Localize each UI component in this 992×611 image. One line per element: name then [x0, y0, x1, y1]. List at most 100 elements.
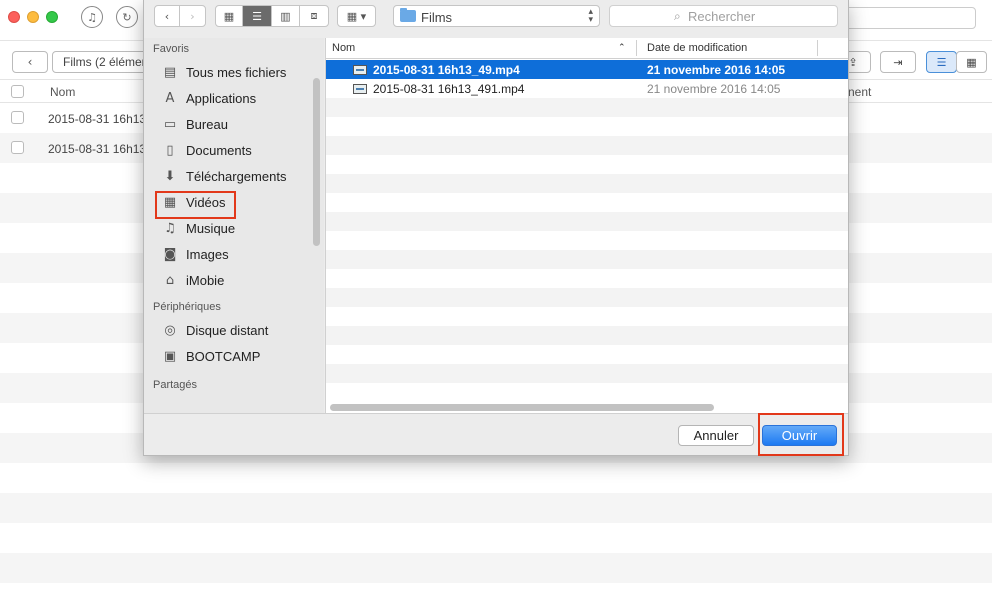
path-popup[interactable]: Films ▴ ▾: [393, 5, 600, 27]
search-icon: ⌕: [674, 9, 681, 23]
search-input[interactable]: [688, 8, 828, 24]
arrange-icon: ▦ ▾: [346, 9, 367, 23]
column-date-modified[interactable]: Date de modification: [647, 42, 747, 54]
table-row: [0, 523, 992, 553]
row-checkbox[interactable]: [11, 141, 24, 154]
videos-highlight-box: [155, 191, 236, 219]
cancel-button[interactable]: Annuler: [678, 425, 754, 446]
drive-icon: ▣: [163, 349, 177, 364]
chevron-left-icon: ‹: [27, 55, 33, 69]
dialog-toolbar: ‹ › ▦ ☰ ▥ ⧈ ▦ ▾ Films ▴ ▾ ⌕: [144, 0, 848, 33]
pictures-icon: ◙: [163, 247, 177, 262]
icon-view-button[interactable]: ▦: [216, 6, 243, 26]
sidebar-section-shared: Partagés: [153, 379, 198, 391]
sidebar-item-label: iMobie: [186, 273, 225, 288]
select-all-checkbox[interactable]: [11, 85, 24, 98]
view-mode-buttons: ▦ ☰ ▥ ⧈: [215, 5, 329, 27]
grid-view-button[interactable]: ▦: [956, 51, 987, 73]
sidebar-item-downloads[interactable]: ⬇ Téléchargements: [144, 164, 324, 190]
empty-row: [326, 383, 848, 402]
home-icon: ⌂: [165, 273, 175, 288]
chevron-right-icon: ›: [190, 9, 195, 23]
coverflow-view-button[interactable]: ⧈: [300, 6, 328, 26]
close-window-button[interactable]: [8, 11, 20, 23]
empty-row: [326, 269, 848, 288]
sidebar-scrollbar[interactable]: [313, 78, 320, 246]
empty-row: [326, 193, 848, 212]
horizontal-scrollbar[interactable]: [330, 404, 714, 411]
sidebar-item-bootcamp[interactable]: ▣ BOOTCAMP: [144, 344, 324, 370]
empty-row: [326, 117, 848, 136]
import-button[interactable]: ⇥: [880, 51, 916, 73]
file-date: 21 novembre 2016 14:05: [647, 82, 781, 96]
movie-file-icon: [353, 65, 367, 75]
sidebar: Favoris ▤ Tous mes fichiers A Applicatio…: [144, 38, 324, 413]
open-highlight-box: [758, 413, 844, 456]
sidebar-item-home[interactable]: ⌂ iMobie: [144, 268, 324, 294]
itunes-icon[interactable]: ♫: [81, 6, 103, 28]
sidebar-item-remote-disc[interactable]: ◎ Disque distant: [144, 318, 324, 344]
empty-row: [326, 174, 848, 193]
column-divider[interactable]: [636, 40, 637, 56]
history-buttons: ‹ ›: [154, 5, 206, 27]
column-divider[interactable]: [817, 40, 818, 56]
column-name[interactable]: Nom: [332, 42, 355, 54]
sidebar-item-pictures[interactable]: ◙ Images: [144, 242, 324, 268]
empty-row: [326, 307, 848, 326]
empty-row: [326, 212, 848, 231]
file-row[interactable]: 2015-08-31 16h13_491.mp4 21 novembre 201…: [326, 79, 848, 98]
empty-row: [326, 288, 848, 307]
coverflow-icon: ⧈: [310, 9, 318, 22]
back-button[interactable]: ‹: [12, 51, 48, 73]
empty-row: [326, 250, 848, 269]
back-button[interactable]: ‹: [155, 6, 180, 26]
import-icon: ⇥: [893, 55, 903, 69]
table-row: [0, 493, 992, 523]
sidebar-item-desktop[interactable]: ▭ Bureau: [144, 112, 324, 138]
list-view-button[interactable]: ☰: [926, 51, 957, 73]
movie-file-icon: [353, 84, 367, 94]
sidebar-item-music[interactable]: ♫ Musique: [144, 216, 324, 242]
minimize-window-button[interactable]: [27, 11, 39, 23]
empty-row: [326, 136, 848, 155]
sidebar-item-all-files[interactable]: ▤ Tous mes fichiers: [144, 60, 324, 86]
forward-button[interactable]: ›: [180, 6, 205, 26]
zoom-window-button[interactable]: [46, 11, 58, 23]
open-file-dialog: ‹ › ▦ ☰ ▥ ⧈ ▦ ▾ Films ▴▾ ⌕ Favoris ▤ Tou…: [143, 0, 849, 456]
empty-row: [326, 155, 848, 174]
sidebar-section-devices: Périphériques: [153, 301, 221, 313]
list-view-icon: ☰: [252, 9, 262, 23]
sidebar-item-label: Téléchargements: [186, 169, 287, 184]
column-other[interactable]: nent: [848, 85, 871, 99]
row-checkbox[interactable]: [11, 111, 24, 124]
search-field[interactable]: ⌕: [609, 5, 838, 27]
sidebar-item-documents[interactable]: ▯ Documents: [144, 138, 324, 164]
list-view-button[interactable]: ☰: [243, 6, 272, 26]
sidebar-section-favorites: Favoris: [153, 43, 190, 55]
table-row: [0, 553, 992, 583]
empty-row: [326, 345, 848, 364]
sidebar-item-label: Disque distant: [186, 323, 269, 338]
sidebar-item-label: Applications: [186, 91, 257, 106]
arrange-button[interactable]: ▦ ▾: [337, 5, 376, 27]
empty-row: [326, 98, 848, 117]
column-view-button[interactable]: ▥: [272, 6, 300, 26]
sidebar-item-label: Musique: [186, 221, 236, 236]
column-name[interactable]: Nom: [50, 85, 75, 99]
chevron-left-icon: ‹: [164, 9, 170, 23]
file-row[interactable]: 2015-08-31 16h13_49.mp4 21 novembre 2016…: [326, 60, 848, 79]
folder-icon: [400, 8, 416, 22]
file-list: Nom ⌃ Date de modification 2015-08-31 16…: [325, 38, 848, 413]
export-icon: ⇪: [848, 55, 858, 69]
documents-icon: ▯: [166, 143, 174, 158]
music-icon: ♫: [164, 221, 176, 236]
app-search-input[interactable]: [840, 7, 976, 29]
file-rows: 2015-08-31 16h13_49.mp4 21 novembre 2016…: [326, 60, 848, 402]
sidebar-item-applications[interactable]: A Applications: [144, 86, 324, 112]
file-name: 2015-08-31 16h13_49.mp4: [373, 63, 520, 77]
row-name: 2015-08-31 16h13_49.mp4: [48, 112, 144, 126]
list-view-icon: ☰: [936, 55, 947, 69]
downloads-icon: ⬇: [164, 169, 176, 184]
path-label: Films: [421, 10, 453, 25]
refresh-icon[interactable]: ↻: [116, 6, 138, 28]
